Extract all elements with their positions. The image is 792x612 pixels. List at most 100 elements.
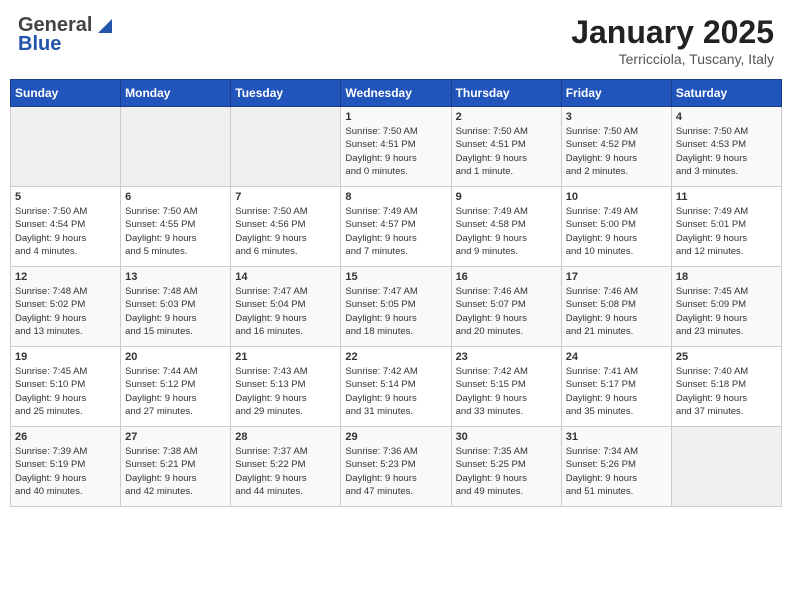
col-wednesday: Wednesday — [341, 80, 451, 107]
day-info: Sunrise: 7:50 AM Sunset: 4:55 PM Dayligh… — [125, 205, 226, 258]
week-row-2: 12Sunrise: 7:48 AM Sunset: 5:02 PM Dayli… — [11, 267, 782, 347]
day-info: Sunrise: 7:37 AM Sunset: 5:22 PM Dayligh… — [235, 445, 336, 498]
day-cell: 2 Sunrise: 7:50 AM Sunset: 4:51 PM Daylig… — [451, 107, 561, 187]
day-info: Sunrise: 7:46 AM Sunset: 5:08 PM Dayligh… — [566, 285, 667, 338]
col-sunday: Sunday — [11, 80, 121, 107]
day-info: Sunrise: 7:40 AM Sunset: 5:18 PM Dayligh… — [676, 365, 777, 418]
week-row-3: 19 Sunrise: 7:45 AM Sunset: 5:10 PM Dayli… — [11, 347, 782, 427]
logo-icon — [94, 15, 116, 37]
week-row-1: 5Sunrise: 7:50 AM Sunset: 4:54 PM Daylig… — [11, 187, 782, 267]
day-cell: 8Sunrise: 7:49 AM Sunset: 4:57 PM Daylig… — [341, 187, 451, 267]
day-cell: 12Sunrise: 7:48 AM Sunset: 5:02 PM Dayli… — [11, 267, 121, 347]
calendar-table: Sunday Monday Tuesday Wednesday Thursday… — [10, 79, 782, 507]
week-row-0: 1Sunrise: 7:50 AM Sunset: 4:51 PM Daylig… — [11, 107, 782, 187]
day-number: 18 — [676, 271, 777, 283]
day-number: 19 — [15, 351, 116, 363]
day-number: 3 — [566, 111, 667, 123]
day-info: Sunrise: 7:49 AM Sunset: 5:00 PM Dayligh… — [566, 205, 667, 258]
header-row: Sunday Monday Tuesday Wednesday Thursday… — [11, 80, 782, 107]
day-number: 27 — [125, 431, 226, 443]
day-number: 10 — [566, 191, 667, 203]
day-cell: 5Sunrise: 7:50 AM Sunset: 4:54 PM Daylig… — [11, 187, 121, 267]
day-info: Sunrise: 7:50 AM Sunset: 4:51 PM Dayligh… — [456, 125, 557, 178]
day-info: Sunrise: 7:46 AM Sunset: 5:07 PM Dayligh… — [456, 285, 557, 338]
day-number: 12 — [15, 271, 116, 283]
day-number: 21 — [235, 351, 336, 363]
day-info: Sunrise: 7:38 AM Sunset: 5:21 PM Dayligh… — [125, 445, 226, 498]
day-cell: 26 Sunrise: 7:39 AM Sunset: 5:19 PM Dayli… — [11, 427, 121, 507]
day-info: Sunrise: 7:36 AM Sunset: 5:23 PM Dayligh… — [345, 445, 446, 498]
day-info: Sunrise: 7:41 AM Sunset: 5:17 PM Dayligh… — [566, 365, 667, 418]
day-info: Sunrise: 7:34 AM Sunset: 5:26 PM Dayligh… — [566, 445, 667, 498]
day-cell: 20Sunrise: 7:44 AM Sunset: 5:12 PM Dayli… — [121, 347, 231, 427]
day-cell: 24 Sunrise: 7:41 AM Sunset: 5:17 PM Dayli… — [561, 347, 671, 427]
day-cell: 17 Sunrise: 7:46 AM Sunset: 5:08 PM Dayli… — [561, 267, 671, 347]
day-number: 23 — [456, 351, 557, 363]
day-cell: 7Sunrise: 7:50 AM Sunset: 4:56 PM Daylig… — [231, 187, 341, 267]
day-number: 24 — [566, 351, 667, 363]
day-info: Sunrise: 7:44 AM Sunset: 5:12 PM Dayligh… — [125, 365, 226, 418]
day-info: Sunrise: 7:50 AM Sunset: 4:51 PM Dayligh… — [345, 125, 446, 178]
day-info: Sunrise: 7:47 AM Sunset: 5:05 PM Dayligh… — [345, 285, 446, 338]
day-number: 26 — [15, 431, 116, 443]
day-info: Sunrise: 7:45 AM Sunset: 5:10 PM Dayligh… — [15, 365, 116, 418]
day-number: 31 — [566, 431, 667, 443]
day-cell: 21 Sunrise: 7:43 AM Sunset: 5:13 PM Dayli… — [231, 347, 341, 427]
day-info: Sunrise: 7:39 AM Sunset: 5:19 PM Dayligh… — [15, 445, 116, 498]
day-number: 9 — [456, 191, 557, 203]
day-number: 16 — [456, 271, 557, 283]
page-header: General Blue January 2025 Terricciola, T… — [10, 10, 782, 71]
day-cell — [11, 107, 121, 187]
day-cell: 15 Sunrise: 7:47 AM Sunset: 5:05 PM Dayli… — [341, 267, 451, 347]
day-number: 11 — [676, 191, 777, 203]
week-row-4: 26 Sunrise: 7:39 AM Sunset: 5:19 PM Dayli… — [11, 427, 782, 507]
calendar-subtitle: Terricciola, Tuscany, Italy — [571, 51, 774, 67]
day-number: 22 — [345, 351, 446, 363]
day-cell: 14 Sunrise: 7:47 AM Sunset: 5:04 PM Dayli… — [231, 267, 341, 347]
day-number: 7 — [235, 191, 336, 203]
day-info: Sunrise: 7:35 AM Sunset: 5:25 PM Dayligh… — [456, 445, 557, 498]
day-cell: 6 Sunrise: 7:50 AM Sunset: 4:55 PM Daylig… — [121, 187, 231, 267]
logo: General Blue — [18, 14, 116, 56]
day-info: Sunrise: 7:42 AM Sunset: 5:15 PM Dayligh… — [456, 365, 557, 418]
day-cell — [121, 107, 231, 187]
day-number: 6 — [125, 191, 226, 203]
day-cell: 19 Sunrise: 7:45 AM Sunset: 5:10 PM Dayli… — [11, 347, 121, 427]
day-info: Sunrise: 7:49 AM Sunset: 4:58 PM Dayligh… — [456, 205, 557, 258]
day-cell — [671, 427, 781, 507]
day-info: Sunrise: 7:43 AM Sunset: 5:13 PM Dayligh… — [235, 365, 336, 418]
day-number: 5 — [15, 191, 116, 203]
col-tuesday: Tuesday — [231, 80, 341, 107]
day-info: Sunrise: 7:42 AM Sunset: 5:14 PM Dayligh… — [345, 365, 446, 418]
day-cell: 10 Sunrise: 7:49 AM Sunset: 5:00 PM Dayli… — [561, 187, 671, 267]
col-saturday: Saturday — [671, 80, 781, 107]
day-cell: 29 Sunrise: 7:36 AM Sunset: 5:23 PM Dayli… — [341, 427, 451, 507]
day-cell: 9 Sunrise: 7:49 AM Sunset: 4:58 PM Daylig… — [451, 187, 561, 267]
day-info: Sunrise: 7:48 AM Sunset: 5:03 PM Dayligh… — [125, 285, 226, 338]
day-cell: 3 Sunrise: 7:50 AM Sunset: 4:52 PM Daylig… — [561, 107, 671, 187]
day-number: 14 — [235, 271, 336, 283]
day-cell: 1Sunrise: 7:50 AM Sunset: 4:51 PM Daylig… — [341, 107, 451, 187]
day-cell: 25 Sunrise: 7:40 AM Sunset: 5:18 PM Dayli… — [671, 347, 781, 427]
day-cell — [231, 107, 341, 187]
day-number: 30 — [456, 431, 557, 443]
col-monday: Monday — [121, 80, 231, 107]
day-number: 15 — [345, 271, 446, 283]
day-info: Sunrise: 7:50 AM Sunset: 4:52 PM Dayligh… — [566, 125, 667, 178]
day-number: 29 — [345, 431, 446, 443]
day-number: 17 — [566, 271, 667, 283]
logo-blue-text: Blue — [18, 33, 61, 56]
day-number: 2 — [456, 111, 557, 123]
day-info: Sunrise: 7:47 AM Sunset: 5:04 PM Dayligh… — [235, 285, 336, 338]
calendar-title: January 2025 — [571, 14, 774, 51]
day-number: 28 — [235, 431, 336, 443]
day-number: 25 — [676, 351, 777, 363]
day-info: Sunrise: 7:49 AM Sunset: 5:01 PM Dayligh… — [676, 205, 777, 258]
day-number: 8 — [345, 191, 446, 203]
day-cell: 27 Sunrise: 7:38 AM Sunset: 5:21 PM Dayli… — [121, 427, 231, 507]
day-cell: 13 Sunrise: 7:48 AM Sunset: 5:03 PM Dayli… — [121, 267, 231, 347]
day-cell: 23 Sunrise: 7:42 AM Sunset: 5:15 PM Dayli… — [451, 347, 561, 427]
day-cell: 16 Sunrise: 7:46 AM Sunset: 5:07 PM Dayli… — [451, 267, 561, 347]
day-number: 13 — [125, 271, 226, 283]
col-thursday: Thursday — [451, 80, 561, 107]
